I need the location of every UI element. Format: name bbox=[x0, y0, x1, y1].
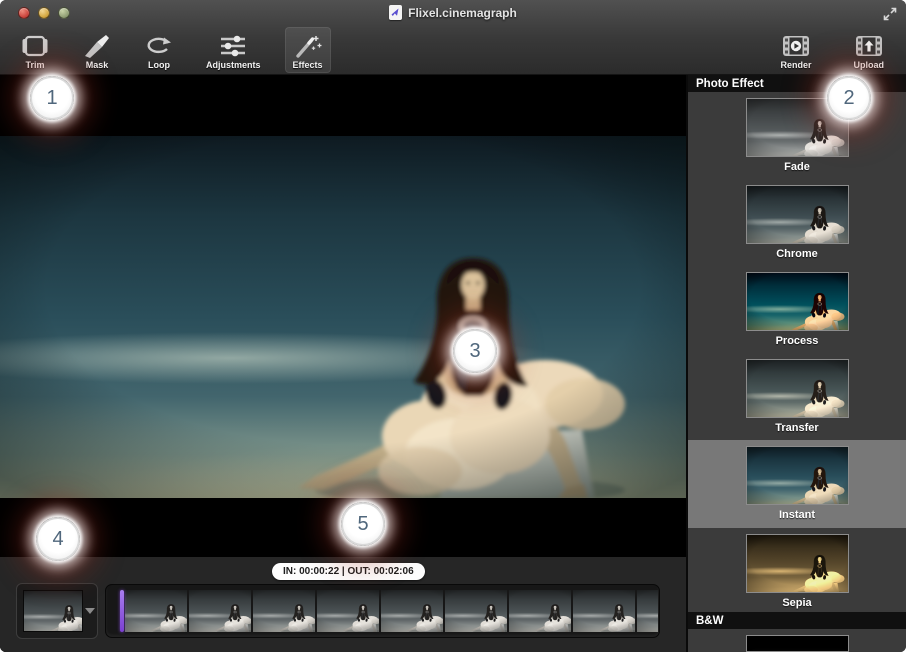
callout-5: 5 bbox=[341, 502, 385, 546]
clip-dropdown[interactable] bbox=[83, 608, 97, 614]
window-chrome: Flixel.cinemagraph Trim bbox=[0, 0, 906, 75]
filmstrip-frames bbox=[125, 590, 658, 632]
in-out-label: IN: 00:00:22 | OUT: 00:02:06 bbox=[283, 566, 414, 577]
loop-label: Loop bbox=[148, 60, 170, 70]
toolbar-left: Trim Mask Loop bbox=[12, 27, 331, 73]
effect-item-bw[interactable] bbox=[688, 629, 906, 652]
effect-item-transfer[interactable]: Transfer bbox=[688, 353, 906, 440]
mask-label: Mask bbox=[86, 60, 109, 70]
effect-item-instant[interactable]: Instant bbox=[688, 440, 906, 528]
trim-playhead[interactable] bbox=[120, 590, 124, 632]
adjustments-button[interactable]: Adjustments bbox=[198, 27, 269, 73]
bw-section-header: B&W bbox=[688, 612, 906, 629]
filmstrip-frame[interactable] bbox=[573, 590, 635, 632]
brush-icon bbox=[82, 32, 112, 59]
callout-number: 5 bbox=[357, 513, 368, 536]
effect-thumbnail bbox=[746, 185, 849, 244]
filmstrip-frame[interactable] bbox=[253, 590, 315, 632]
upload-label: Upload bbox=[854, 60, 885, 70]
effect-thumbnail bbox=[746, 359, 849, 418]
upload-button[interactable]: Upload bbox=[846, 27, 893, 73]
effects-sidebar: Photo Effect Fade Chrome Process Transfe… bbox=[686, 75, 906, 652]
in-out-badge: IN: 00:00:22 | OUT: 00:02:06 bbox=[272, 563, 425, 580]
bw-header-label: B&W bbox=[696, 615, 723, 627]
window-title: Flixel.cinemagraph bbox=[408, 6, 517, 20]
render-label: Render bbox=[780, 60, 811, 70]
effect-item-fade[interactable]: Fade bbox=[688, 92, 906, 179]
fullscreen-expand-icon[interactable] bbox=[882, 6, 898, 22]
titlebar: Flixel.cinemagraph bbox=[0, 0, 906, 26]
filmstrip-frame[interactable] bbox=[637, 590, 658, 632]
clip-thumbnail bbox=[23, 590, 83, 632]
loop-button[interactable]: Loop bbox=[136, 27, 182, 73]
effect-thumbnail bbox=[746, 534, 849, 593]
filmstrip-frame[interactable] bbox=[125, 590, 187, 632]
effect-item-chrome[interactable]: Chrome bbox=[688, 179, 906, 266]
filmstrip-frame[interactable] bbox=[317, 590, 379, 632]
callout-4: 4 bbox=[36, 517, 80, 561]
effect-thumbnail bbox=[746, 272, 849, 331]
photo-effect-header-label: Photo Effect bbox=[696, 78, 764, 90]
effect-item-process[interactable]: Process bbox=[688, 266, 906, 353]
callout-3: 3 bbox=[453, 329, 497, 373]
timeline-panel: IN: 00:00:22 | OUT: 00:02:06 bbox=[0, 557, 686, 652]
effect-label: Instant bbox=[779, 509, 815, 521]
trim-label: Trim bbox=[25, 60, 44, 70]
filmstrip-frame[interactable] bbox=[189, 590, 251, 632]
filmstrip-frame[interactable] bbox=[509, 590, 571, 632]
effect-thumbnail bbox=[746, 635, 849, 652]
film-play-icon bbox=[782, 32, 810, 59]
cinemagraph-frame bbox=[0, 136, 686, 498]
callout-number: 4 bbox=[52, 528, 63, 551]
app-window: Flixel.cinemagraph Trim bbox=[0, 0, 906, 652]
callout-2: 2 bbox=[827, 76, 871, 120]
callout-number: 1 bbox=[46, 87, 57, 110]
callout-number: 3 bbox=[469, 340, 480, 363]
effect-label: Fade bbox=[784, 161, 810, 173]
adjustments-label: Adjustments bbox=[206, 60, 261, 70]
callout-number: 2 bbox=[843, 87, 854, 110]
document-proxy-icon bbox=[389, 5, 402, 20]
clip-selector[interactable] bbox=[16, 583, 98, 639]
chevron-down-icon bbox=[85, 608, 95, 614]
effect-label: Sepia bbox=[782, 597, 811, 609]
photo-effect-section-header: Photo Effect bbox=[688, 75, 906, 92]
filmstrip-frame[interactable] bbox=[381, 590, 443, 632]
loop-arrows-icon bbox=[144, 32, 174, 59]
effects-label: Effects bbox=[293, 60, 323, 70]
mask-button[interactable]: Mask bbox=[74, 27, 120, 73]
effect-label: Transfer bbox=[775, 422, 818, 434]
toolbar-right: Render Upload bbox=[772, 27, 892, 73]
trim-button[interactable]: Trim bbox=[12, 27, 58, 73]
video-preview bbox=[0, 75, 686, 557]
main-column: IN: 00:00:22 | OUT: 00:02:06 bbox=[0, 75, 686, 652]
filmstrip-frame[interactable] bbox=[445, 590, 507, 632]
effect-label: Chrome bbox=[776, 248, 818, 260]
effect-thumbnail bbox=[746, 446, 849, 505]
trim-icon bbox=[20, 32, 50, 59]
magic-wand-icon bbox=[293, 32, 323, 59]
film-upload-icon bbox=[855, 32, 883, 59]
filmstrip[interactable] bbox=[105, 584, 660, 638]
effects-button[interactable]: Effects bbox=[285, 27, 331, 73]
sliders-icon bbox=[218, 32, 248, 59]
render-button[interactable]: Render bbox=[772, 27, 819, 73]
effect-label: Process bbox=[776, 335, 819, 347]
callout-1: 1 bbox=[30, 76, 74, 120]
effect-item-sepia[interactable]: Sepia bbox=[688, 528, 906, 612]
